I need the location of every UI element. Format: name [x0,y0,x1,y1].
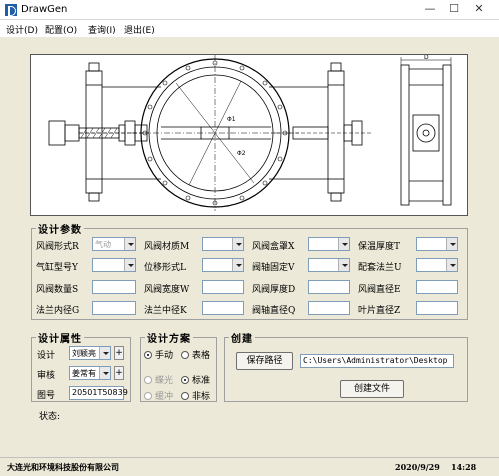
radio-buffer-label: 缓冲 [155,392,174,402]
radio-manual-label: 手动 [155,351,174,361]
minimize-button[interactable]: — [418,0,442,18]
radio-buffer[interactable] [144,392,152,400]
chevron-down-icon[interactable] [124,238,135,250]
menu-bar: 设计(D) 配置(O) 查询(I) 退出(E) [0,20,499,37]
chevron-down-icon[interactable] [232,259,243,271]
radio-nonstandard[interactable] [181,392,189,400]
designer-combo[interactable]: 刘颖亮 [69,346,111,360]
param-combo[interactable] [308,237,350,251]
create-title: 创建 [229,330,255,345]
chevron-down-icon[interactable] [446,259,457,271]
param-combo[interactable] [202,258,244,272]
param-label: 位移形式L [144,263,186,273]
param-field[interactable] [416,280,458,294]
param-label: 风阀数量S [36,285,79,295]
add-reviewer-button[interactable]: + [114,366,124,380]
param-combo[interactable] [416,258,458,272]
param-label: 气缸型号Y [36,263,78,273]
param-label: 法兰内径G [36,306,80,316]
designer-value: 刘颖亮 [72,349,96,358]
radio-standard-label: 标准 [192,376,211,386]
drawing-no-label: 图号 [37,391,56,401]
reviewer-combo[interactable]: 姜常有 [69,366,111,380]
param-label: 风阀直径E [358,285,401,295]
radio-butterfly[interactable] [144,376,152,384]
title-bar: DrawGen — ☐ ✕ [0,0,499,20]
design-plan-title: 设计方案 [145,330,193,345]
param-label: 风阀盒罩X [252,242,295,252]
company-name: 大连光和环境科技股份有限公司 [7,462,119,472]
status-label: 状态: [39,412,61,422]
param-label: 风阀材质M [144,242,190,252]
param-combo[interactable]: 气动 [92,237,136,251]
design-params-title: 设计参数 [36,221,84,236]
radio-nonstandard-label: 非标 [192,392,211,402]
param-combo[interactable] [202,237,244,251]
param-label: 法兰中径K [144,306,187,316]
window-title: DrawGen [21,4,68,15]
chevron-down-icon[interactable] [99,347,110,359]
close-button[interactable]: ✕ [467,0,491,18]
status-time: 14:28 [451,462,477,472]
param-label: 风阀形式R [36,242,79,252]
maximize-button[interactable]: ☐ [442,0,466,18]
param-label: 阀轴直径Q [252,306,296,316]
dim-label-phi1: Φ1 [227,116,236,123]
param-field[interactable] [416,301,458,315]
param-field[interactable] [202,301,244,315]
status-date: 2020/9/29 [395,462,440,472]
param-combo[interactable] [308,258,350,272]
param-label: 阀轴固定V [252,263,295,273]
radio-table-label: 表格 [192,351,211,361]
radio-butterfly-label: 蝶光 [155,376,174,386]
radio-manual[interactable] [144,351,152,359]
dim-label-phi2: Φ2 [237,150,246,157]
save-path-field[interactable]: C:\Users\Administrator\Desktop [300,354,454,368]
param-value: 气动 [95,240,111,249]
dim-label-d: D [424,55,429,61]
menu-exit[interactable]: 退出(E) [124,23,155,36]
design-attrs-title: 设计属性 [36,330,84,345]
status-bar: 大连光和环境科技股份有限公司 2020/9/29 14:28 [0,457,499,476]
menu-config[interactable]: 配置(O) [45,23,77,36]
add-designer-button[interactable]: + [114,346,124,360]
param-field[interactable] [202,280,244,294]
param-field[interactable] [308,280,350,294]
menu-design[interactable]: 设计(D) [6,23,38,36]
param-combo[interactable] [92,258,136,272]
radio-table[interactable] [181,351,189,359]
chevron-down-icon[interactable] [232,238,243,250]
param-combo[interactable] [416,237,458,251]
param-label: 配套法兰U [358,263,402,273]
chevron-down-icon[interactable] [446,238,457,250]
param-field[interactable] [308,301,350,315]
param-label: 风阀宽度W [144,285,190,295]
param-field[interactable] [92,301,136,315]
chevron-down-icon[interactable] [124,259,135,271]
param-label: 保温厚度T [358,242,401,252]
create-file-button[interactable]: 创建文件 [340,380,404,398]
chevron-down-icon[interactable] [338,238,349,250]
drawing-no-field[interactable]: 20501T50839 [69,386,128,400]
designer-label: 设计 [37,351,56,361]
radio-standard[interactable] [181,376,189,384]
param-field[interactable] [92,280,136,294]
param-label: 叶片直径Z [358,306,401,316]
menu-query[interactable]: 查询(I) [88,23,116,36]
valve-drawing: D Φ1 Φ2 [30,54,468,216]
valve-drawing-svg: D Φ1 Φ2 [48,54,452,211]
reviewer-value: 姜常有 [72,369,96,378]
drawing-no-value: 20501T50839 [72,388,128,397]
save-path-button[interactable]: 保存路径 [236,352,293,370]
chevron-down-icon[interactable] [338,259,349,271]
chevron-down-icon[interactable] [99,367,110,379]
app-icon [5,4,17,16]
reviewer-label: 审核 [37,371,56,381]
param-label: 风阀厚度D [252,285,296,295]
